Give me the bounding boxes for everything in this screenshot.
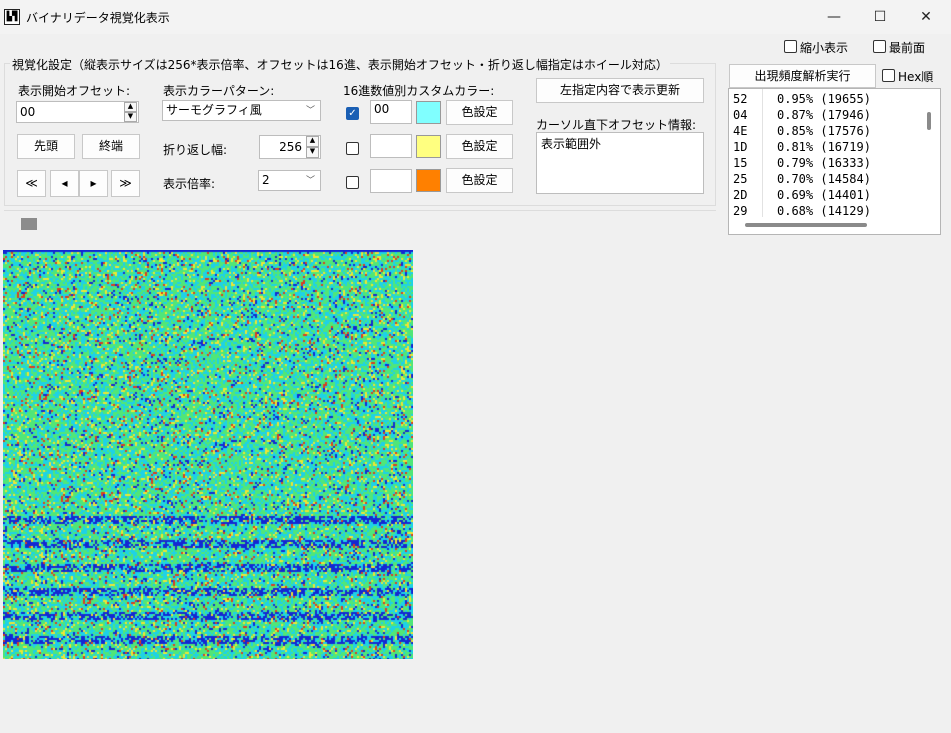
custom-color-1-value: 00 — [374, 102, 390, 116]
frequency-byte: 04 — [733, 108, 748, 122]
frequency-byte: 2D — [733, 188, 748, 202]
color-pattern-select[interactable]: サーモグラフィ風 — [162, 100, 321, 121]
frequency-vertical-scrollbar[interactable] — [927, 112, 931, 130]
custom-color-1-set-button[interactable]: 色設定 — [446, 100, 513, 125]
start-offset-up-button[interactable]: ▲ — [124, 102, 137, 112]
head-button[interactable]: 先頭 — [17, 134, 75, 159]
cursor-info-box[interactable]: 表示範囲外 — [536, 132, 704, 194]
frequency-stat: 0.87% (17946) — [777, 108, 871, 122]
color-pattern-chevron-down-icon: ﹀ — [306, 106, 316, 116]
minimize-button[interactable]: — — [811, 0, 857, 34]
frequency-row[interactable]: 15 0.79% (16333) — [733, 156, 871, 170]
color-pattern-label: 表示カラーパターン: — [163, 84, 275, 98]
wrap-width-value: 256 — [279, 140, 302, 154]
custom-color-3-value-input[interactable] — [370, 169, 412, 193]
start-offset-label: 表示開始オフセット: — [18, 84, 131, 98]
frequency-row[interactable]: 25 0.70% (14584) — [733, 172, 871, 186]
frequency-byte: 4E — [733, 124, 748, 138]
hex-order-label: Hex順 — [898, 70, 934, 84]
frequency-list[interactable]: 52 0.95% (19655) 04 0.87% (17946) 4E 0.85% (1… — [728, 88, 941, 235]
custom-color-label: 16進数値別カスタムカラー: — [343, 84, 495, 98]
frequency-stat: 0.69% (14401) — [777, 188, 871, 202]
window-title: バイナリデータ視覚化表示 — [26, 11, 170, 25]
frequency-run-button[interactable]: 出現頻度解析実行 — [729, 64, 876, 88]
refresh-button[interactable]: 左指定内容で表示更新 — [536, 78, 704, 103]
custom-color-2-checkbox[interactable] — [346, 142, 359, 155]
frequency-stat: 0.70% (14584) — [777, 172, 871, 186]
frequency-stat: 0.68% (14129) — [777, 204, 871, 218]
wrap-width-down-button[interactable]: ▼ — [306, 147, 319, 158]
end-button[interactable]: 終端 — [82, 134, 140, 159]
frequency-column-divider — [762, 89, 763, 217]
topmost-checkbox[interactable] — [873, 40, 886, 53]
topmost-label: 最前面 — [889, 41, 926, 55]
frequency-byte: 1D — [733, 140, 748, 154]
start-offset-down-button[interactable]: ▼ — [124, 112, 137, 122]
hex-order-checkbox[interactable] — [882, 69, 895, 82]
cursor-info-value: 表示範囲外 — [541, 137, 602, 151]
frequency-byte: 52 — [733, 92, 748, 106]
frequency-stat: 0.95% (19655) — [777, 92, 871, 106]
start-offset-input[interactable]: 00 — [16, 101, 139, 123]
frequency-byte: 29 — [733, 204, 748, 218]
frequency-stat: 0.85% (17576) — [777, 124, 871, 138]
start-offset-value: 00 — [20, 105, 36, 119]
wrap-width-up-button[interactable]: ▲ — [306, 136, 319, 147]
custom-color-2-swatch — [416, 135, 441, 158]
settings-group-title: 視覚化設定（縦表示サイズは256*表示倍率、オフセットは16進、表示開始オフセッ… — [10, 56, 670, 73]
shrink-label: 縮小表示 — [800, 41, 849, 55]
custom-color-3-swatch — [416, 169, 441, 192]
step-next-button[interactable]: ▸ — [79, 170, 108, 197]
custom-color-2-set-button[interactable]: 色設定 — [446, 134, 513, 159]
color-pattern-value: サーモグラフィ風 — [166, 103, 262, 117]
custom-color-1-swatch — [416, 101, 441, 124]
custom-color-3-checkbox[interactable] — [346, 176, 359, 189]
custom-color-1-checkbox[interactable]: ✓ — [346, 107, 359, 120]
binary-visualization-canvas[interactable] — [3, 250, 413, 659]
cursor-info-label: カーソル直下オフセット情報: — [536, 118, 697, 132]
frequency-row[interactable]: 29 0.68% (14129) — [733, 204, 871, 218]
scale-label: 表示倍率: — [163, 177, 216, 191]
frequency-horizontal-scrollbar[interactable] — [745, 223, 867, 227]
custom-color-3-set-button[interactable]: 色設定 — [446, 168, 513, 193]
step-prev-button[interactable]: ◂ — [50, 170, 79, 197]
frequency-row[interactable]: 52 0.95% (19655) — [733, 92, 871, 106]
frequency-row[interactable]: 2D 0.69% (14401) — [733, 188, 871, 202]
wrap-width-label: 折り返し幅: — [163, 143, 228, 157]
custom-color-1-value-input[interactable]: 00 — [370, 100, 412, 124]
frequency-byte: 25 — [733, 172, 748, 186]
close-button[interactable]: ✕ — [903, 0, 949, 34]
jump-first-button[interactable]: ≪ — [17, 170, 46, 197]
scale-value: 2 — [262, 173, 270, 187]
frequency-stat: 0.79% (16333) — [777, 156, 871, 170]
shrink-checkbox[interactable] — [784, 40, 797, 53]
frequency-stat: 0.81% (16719) — [777, 140, 871, 154]
maximize-button[interactable]: ☐ — [857, 0, 903, 34]
custom-color-2-value-input[interactable] — [370, 134, 412, 158]
frequency-byte: 15 — [733, 156, 748, 170]
frequency-row[interactable]: 4E 0.85% (17576) — [733, 124, 871, 138]
status-indicator — [21, 218, 37, 230]
app-icon: ▙▜ — [4, 9, 20, 25]
frequency-row[interactable]: 1D 0.81% (16719) — [733, 140, 871, 154]
frequency-row[interactable]: 04 0.87% (17946) — [733, 108, 871, 122]
jump-last-button[interactable]: ≫ — [111, 170, 140, 197]
section-divider — [4, 210, 716, 211]
scale-chevron-down-icon: ﹀ — [306, 176, 316, 186]
